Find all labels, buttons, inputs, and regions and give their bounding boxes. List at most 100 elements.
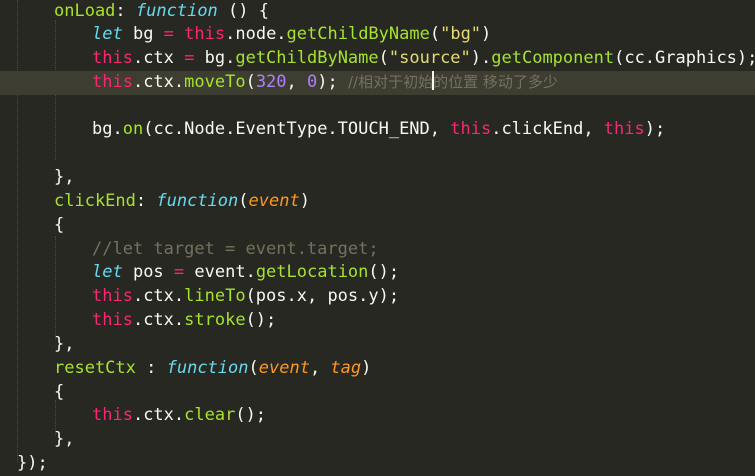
code-line-content: clickEnd: function(event) bbox=[54, 190, 310, 214]
code-token: function bbox=[135, 1, 218, 21]
code-token: = bbox=[184, 48, 195, 68]
code-token: this bbox=[92, 72, 133, 92]
code-token: .ctx. bbox=[132, 286, 185, 306]
code-token: ( bbox=[378, 48, 389, 68]
code-token: }, bbox=[54, 429, 75, 449]
code-line-content: let bg = this.node.getChildByName("bg") bbox=[92, 23, 491, 47]
code-token: { bbox=[54, 215, 65, 235]
code-token: bg bbox=[122, 24, 164, 44]
code-line-content: }, bbox=[54, 333, 74, 357]
code-line[interactable]: let bg = this.node.getChildByName("bg") bbox=[0, 23, 755, 47]
code-token: (cc.Graphics); bbox=[614, 48, 755, 68]
code-token: ( bbox=[245, 72, 256, 92]
code-line-content: //let target = event.target; bbox=[92, 238, 379, 262]
code-token: (); bbox=[368, 262, 400, 282]
code-token: ); bbox=[644, 119, 666, 139]
code-line[interactable]: }, bbox=[0, 166, 755, 190]
code-token: , bbox=[286, 72, 308, 92]
code-token: .ctx. bbox=[132, 310, 185, 330]
code-line-content: this.ctx.lineTo(pos.x, pos.y); bbox=[92, 285, 399, 309]
code-token: onLoad bbox=[54, 1, 116, 21]
code-token: getChildByName bbox=[235, 48, 379, 68]
code-line[interactable]: this.ctx.clear(); bbox=[0, 404, 755, 428]
code-token: resetCtx bbox=[54, 358, 136, 378]
code-line[interactable]: bg.on(cc.Node.EventType.TOUCH_END, this.… bbox=[0, 118, 755, 142]
code-line-content: this.ctx.stroke(); bbox=[92, 309, 276, 333]
code-token: this bbox=[603, 119, 645, 139]
code-editor[interactable]: onLoad: function () {let bg = this.node.… bbox=[0, 0, 755, 473]
code-line[interactable] bbox=[0, 142, 755, 166]
code-line[interactable]: clickEnd: function(event) bbox=[0, 190, 755, 214]
code-token: "source" bbox=[388, 48, 471, 68]
code-token: (cc.Node.EventType.TOUCH_END, bbox=[143, 119, 451, 139]
code-line-content: }, bbox=[54, 166, 74, 190]
code-line[interactable]: this.ctx = bg.getChildByName("source").g… bbox=[0, 47, 755, 71]
code-line-content: resetCtx : function(event, tag) bbox=[54, 357, 371, 381]
code-line[interactable]: }, bbox=[0, 333, 755, 357]
code-token: this bbox=[92, 310, 133, 330]
code-token: let bbox=[92, 262, 123, 282]
code-line-content: this.ctx.moveTo(320, 0); //相对于初始的位置 移动了多… bbox=[92, 71, 558, 95]
code-token: 的位置 移动了多少 bbox=[433, 73, 558, 91]
code-token: }); bbox=[17, 453, 48, 473]
code-token: this bbox=[92, 405, 133, 425]
code-token: (pos.x, pos.y); bbox=[245, 286, 400, 306]
code-token: "bg" bbox=[440, 24, 482, 44]
code-token: ). bbox=[470, 48, 492, 68]
code-token: //let target = event.target; bbox=[92, 239, 379, 259]
code-token: this bbox=[184, 24, 226, 44]
code-token: let bbox=[92, 24, 123, 44]
code-line[interactable]: }); bbox=[0, 452, 755, 476]
code-line[interactable] bbox=[0, 95, 755, 119]
code-token: : bbox=[135, 191, 157, 211]
code-token: }, bbox=[54, 167, 75, 187]
code-token: ); bbox=[317, 72, 348, 92]
code-token: (); bbox=[245, 310, 277, 330]
code-line[interactable]: this.ctx.stroke(); bbox=[0, 309, 755, 333]
code-token: getLocation bbox=[255, 262, 369, 282]
code-line[interactable]: }, bbox=[0, 428, 755, 452]
code-token: function bbox=[156, 191, 239, 211]
code-line[interactable]: resetCtx : function(event, tag) bbox=[0, 357, 755, 381]
code-line-content: bg.on(cc.Node.EventType.TOUCH_END, this.… bbox=[92, 118, 665, 142]
code-token: function bbox=[166, 358, 249, 378]
code-token: bg. bbox=[92, 119, 123, 139]
code-line[interactable]: { bbox=[0, 381, 755, 405]
code-token: lineTo bbox=[184, 286, 246, 306]
code-line[interactable]: this.ctx.lineTo(pos.x, pos.y); bbox=[0, 285, 755, 309]
code-token: ( bbox=[248, 358, 259, 378]
code-token: .clickEnd, bbox=[491, 119, 604, 139]
code-line[interactable]: { bbox=[0, 214, 755, 238]
code-token: this bbox=[450, 119, 492, 139]
code-line-content: }, bbox=[54, 428, 74, 452]
code-token: .node. bbox=[225, 24, 287, 44]
code-line-content: }); bbox=[17, 452, 48, 476]
code-token: this bbox=[92, 286, 133, 306]
code-line[interactable]: let pos = event.getLocation(); bbox=[0, 261, 755, 285]
code-token: //相对于初始 bbox=[347, 73, 434, 91]
code-token: }, bbox=[54, 334, 75, 354]
code-token: (); bbox=[235, 405, 267, 425]
code-token: bg. bbox=[194, 48, 236, 68]
code-token: 320 bbox=[255, 72, 287, 92]
code-token: ) bbox=[481, 24, 492, 44]
code-token: clickEnd bbox=[54, 191, 136, 211]
code-token: { bbox=[54, 382, 65, 402]
code-line[interactable]: onLoad: function () { bbox=[0, 0, 755, 24]
code-token: : bbox=[135, 358, 167, 378]
code-token: getChildByName bbox=[286, 24, 430, 44]
code-line[interactable]: //let target = event.target; bbox=[0, 238, 755, 262]
code-token: = bbox=[163, 24, 174, 44]
code-token: ( bbox=[238, 191, 249, 211]
code-token: stroke bbox=[184, 310, 246, 330]
code-token: ) bbox=[299, 191, 310, 211]
code-line-content: this.ctx.clear(); bbox=[92, 404, 266, 428]
code-token: on bbox=[122, 119, 144, 139]
code-token: getComponent bbox=[491, 48, 615, 68]
code-token: .ctx. bbox=[132, 405, 185, 425]
code-line-content: { bbox=[54, 214, 64, 238]
code-line[interactable]: this.ctx.moveTo(320, 0); //相对于初始的位置 移动了多… bbox=[0, 71, 755, 95]
code-token: ( bbox=[429, 24, 441, 44]
code-token: .ctx. bbox=[132, 72, 185, 92]
